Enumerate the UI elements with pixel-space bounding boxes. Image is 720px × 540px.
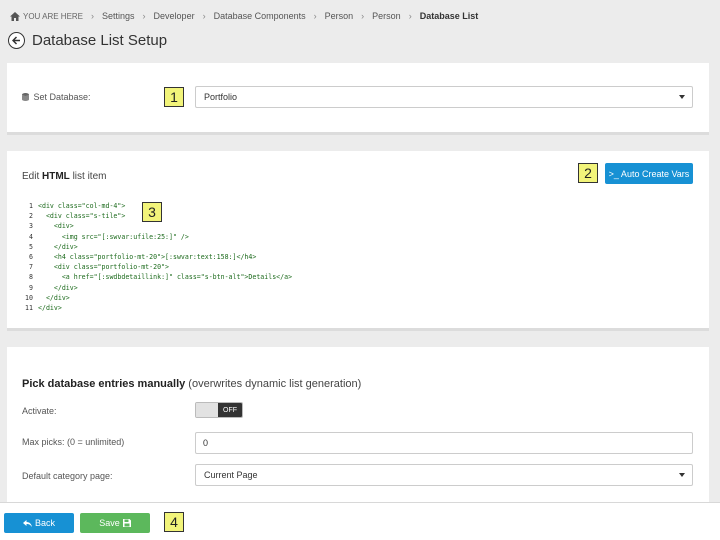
code-line: 3 <div> <box>23 221 673 231</box>
line-number: 11 <box>25 303 33 312</box>
breadcrumb-item-database-components[interactable]: Database Components <box>214 11 306 21</box>
edit-html-title-bold: HTML <box>42 171 70 182</box>
code-line: 9 </div> <box>23 283 673 293</box>
breadcrumb-separator-icon: › <box>408 11 412 21</box>
page-title: Database List Setup <box>32 31 168 49</box>
footer-bar: Back Save 4 <box>0 502 720 540</box>
line-number: 2 <box>29 212 33 221</box>
code-line: 6 <h4 class="portfolio-mt-20">[:swvar:te… <box>23 252 673 262</box>
database-select[interactable]: Portfolio <box>195 86 693 108</box>
breadcrumb-home[interactable]: YOU ARE HERE <box>10 11 84 21</box>
code-line: 1 <div class="col-md-4"> <box>23 201 673 211</box>
code-line: 8 <a href="[:swdbdetaillink:]" class="s-… <box>23 272 673 282</box>
max-picks-input[interactable]: 0 <box>195 432 693 454</box>
breadcrumb-separator-icon: › <box>313 11 317 21</box>
back-arrow-icon[interactable] <box>8 31 25 49</box>
default-category-value: Current Page <box>204 470 258 480</box>
manual-pick-title: Pick database entries manually (overwrit… <box>22 378 361 390</box>
activate-toggle[interactable]: OFF <box>195 402 243 418</box>
caret-down-icon <box>679 95 685 99</box>
line-number: 1 <box>29 202 33 210</box>
manual-pick-title-bold: Pick database entries manually <box>22 378 186 390</box>
code-editor[interactable]: 1 <div class="col-md-4"> 2 <div class="s-t… <box>23 201 673 313</box>
edit-html-title: Edit HTML list item <box>22 171 106 182</box>
line-number: 6 <box>29 252 33 261</box>
back-button[interactable]: Back <box>4 513 74 533</box>
set-database-label: Set Database: <box>22 92 91 102</box>
line-number: 9 <box>29 283 33 292</box>
code-text: <a href="[:swdbdetaillink:]" class="s-bt… <box>38 273 293 282</box>
code-text: </div> <box>38 283 78 292</box>
save-button[interactable]: Save <box>80 513 150 533</box>
line-number: 8 <box>29 273 33 282</box>
breadcrumb: YOU ARE HERE › Settings › Developer › Da… <box>10 9 478 23</box>
back-button-label: Back <box>34 518 55 528</box>
code-line: 11 </div> <box>23 303 673 313</box>
code-line: 4 <img src="[:swvar:ufile:25:]" /> <box>23 232 673 242</box>
breadcrumb-label: YOU ARE HERE <box>23 11 84 21</box>
breadcrumb-item-person[interactable]: Person <box>325 11 354 21</box>
breadcrumb-separator-icon: › <box>91 11 95 21</box>
set-database-panel: Set Database: 1 Portfolio <box>7 63 709 135</box>
line-number: 5 <box>29 242 33 251</box>
auto-create-vars-button[interactable]: >_ Auto Create Vars <box>605 163 693 184</box>
manual-pick-title-note: (overwrites dynamic list generation) <box>185 378 362 390</box>
breadcrumb-item-developer[interactable]: Developer <box>154 11 195 21</box>
set-database-label-text: Set Database: <box>33 92 91 102</box>
code-text: <div class="s-tile"> <box>38 212 126 221</box>
toggle-state: OFF <box>218 403 242 417</box>
reply-icon <box>22 519 32 527</box>
edit-html-title-prefix: Edit <box>22 171 43 182</box>
line-number: 4 <box>29 232 33 241</box>
database-icon <box>22 93 29 101</box>
code-text: <div class="portfolio-mt-20"> <box>38 263 170 272</box>
activate-label: Activate: <box>22 406 57 416</box>
save-button-label: Save <box>99 518 120 528</box>
toggle-track <box>196 403 218 417</box>
code-text: </div> <box>38 242 78 251</box>
code-text: <h4 class="portfolio-mt-20">[:swvar:text… <box>38 252 257 261</box>
code-text: </div> <box>38 293 70 302</box>
breadcrumb-separator-icon: › <box>202 11 206 21</box>
code-text: <div class="col-md-4"> <box>38 202 126 210</box>
caret-down-icon <box>679 473 685 477</box>
home-icon <box>10 11 20 21</box>
annotation-badge-2: 2 <box>578 163 598 183</box>
default-category-label: Default category page: <box>22 471 113 481</box>
code-text: <div> <box>38 222 74 231</box>
breadcrumb-item-settings[interactable]: Settings <box>102 11 135 21</box>
line-number: 7 <box>29 263 33 272</box>
breadcrumb-item-person-2[interactable]: Person <box>372 11 401 21</box>
edit-html-panel: Edit HTML list item 2 >_ Auto Create Var… <box>7 151 709 331</box>
line-number: 3 <box>29 222 33 231</box>
code-line: 10 </div> <box>23 293 673 303</box>
default-category-select[interactable]: Current Page <box>195 464 693 486</box>
code-line: 7 <div class="portfolio-mt-20"> <box>23 262 673 272</box>
annotation-badge-1: 1 <box>164 87 184 107</box>
manual-pick-panel: Pick database entries manually (overwrit… <box>7 347 709 507</box>
code-line: 2 <div class="s-tile"> <box>23 211 673 221</box>
breadcrumb-item-current: Database List <box>419 11 479 21</box>
line-number: 10 <box>25 293 33 302</box>
edit-html-title-suffix: list item <box>69 171 107 182</box>
page-header: Database List Setup <box>8 30 167 50</box>
breadcrumb-separator-icon: › <box>142 11 146 21</box>
code-text: <img src="[:swvar:ufile:25:]" /> <box>38 232 189 241</box>
max-picks-label: Max picks: (0 = unlimited) <box>22 437 125 447</box>
database-select-value: Portfolio <box>204 92 238 102</box>
breadcrumb-separator-icon: › <box>361 11 365 21</box>
annotation-badge-4: 4 <box>164 512 184 532</box>
floppy-disk-icon <box>122 519 131 527</box>
code-line: 5 </div> <box>23 242 673 252</box>
code-text: </div> <box>38 303 62 312</box>
